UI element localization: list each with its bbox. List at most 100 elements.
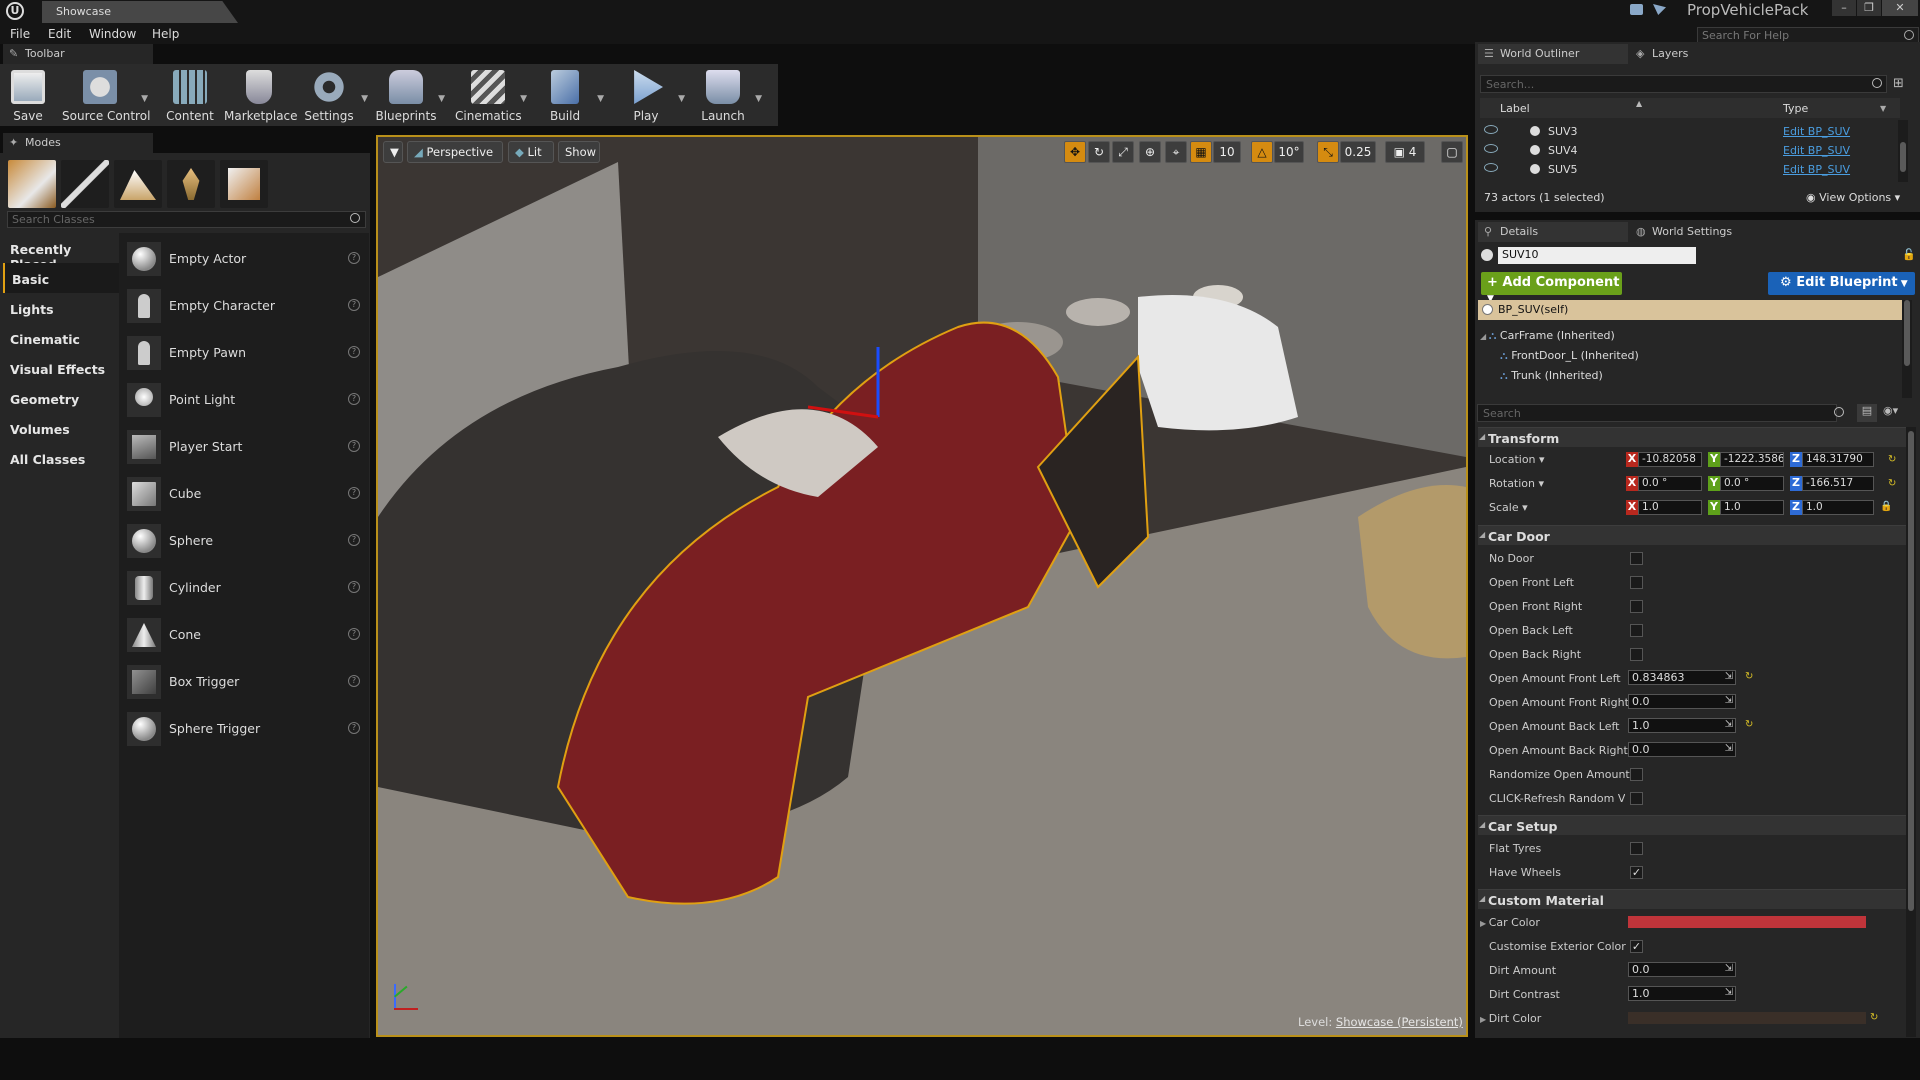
section-custom-material[interactable]: Custom Material: [1478, 889, 1911, 909]
help-icon[interactable]: ?: [348, 299, 360, 311]
menu-help[interactable]: Help: [152, 27, 179, 41]
source-control-dropdown-icon[interactable]: ▼: [141, 94, 148, 104]
help-icon[interactable]: ?: [348, 393, 360, 405]
help-icon[interactable]: ?: [348, 252, 360, 264]
grid-snap-value[interactable]: 10: [1213, 141, 1241, 163]
class-item-sphere[interactable]: Sphere?: [127, 522, 367, 558]
section-car-setup[interactable]: Car Setup: [1478, 815, 1911, 835]
help-icon[interactable]: ?: [348, 581, 360, 593]
open-amount-front-right-field[interactable]: 0.0: [1628, 694, 1736, 709]
maximize-viewport-icon[interactable]: ▢: [1441, 141, 1463, 163]
add-component-button[interactable]: + Add Component ▼: [1481, 272, 1622, 304]
toolbar-tab[interactable]: ✎ Toolbar: [3, 44, 153, 64]
category-cinematic[interactable]: Cinematic: [3, 323, 119, 353]
help-icon[interactable]: ?: [348, 722, 360, 734]
level-name[interactable]: Showcase (Persistent): [1336, 1015, 1463, 1029]
content-button[interactable]: Content: [157, 64, 223, 126]
play-dropdown-icon[interactable]: ▼: [678, 94, 685, 104]
menu-window[interactable]: Window: [89, 27, 136, 41]
location-x-field[interactable]: -10.82058: [1638, 452, 1702, 467]
help-icon[interactable]: ?: [348, 346, 360, 358]
blueprints-button[interactable]: Blueprints ▼: [373, 64, 445, 126]
class-item-box-trigger[interactable]: Box Trigger?: [127, 663, 367, 699]
minimize-button[interactable]: –: [1832, 0, 1856, 16]
dirt-contrast-field[interactable]: 1.0: [1628, 986, 1736, 1001]
category-volumes[interactable]: Volumes: [3, 413, 119, 443]
open-back-left-checkbox[interactable]: [1630, 624, 1643, 637]
visibility-eye-icon[interactable]: [1484, 163, 1498, 172]
edit-blueprint-link[interactable]: Edit BP_SUV: [1783, 163, 1850, 176]
outliner-search-input[interactable]: Search...: [1480, 75, 1887, 93]
foliage-mode-icon[interactable]: [167, 160, 215, 208]
component-trunk[interactable]: ⛬ Trunk (Inherited): [1500, 369, 1603, 383]
visibility-eye-icon[interactable]: [1484, 125, 1498, 134]
customise-exterior-color-checkbox[interactable]: ✓: [1630, 940, 1643, 953]
save-button[interactable]: Save: [0, 64, 61, 126]
lit-button[interactable]: ◆ Lit: [508, 141, 554, 163]
property-matrix-icon[interactable]: ▤: [1857, 404, 1877, 422]
build-button[interactable]: Build ▼: [532, 64, 604, 126]
category-lights[interactable]: Lights: [3, 293, 119, 323]
notification-icon[interactable]: [1630, 4, 1643, 15]
scale-x-field[interactable]: 1.0: [1638, 500, 1702, 515]
geometry-mode-icon[interactable]: [220, 160, 268, 208]
scale-y-field[interactable]: 1.0: [1720, 500, 1784, 515]
reset-to-default-icon[interactable]: ↻: [1870, 1012, 1878, 1023]
settings-button[interactable]: Settings ▼: [296, 64, 368, 126]
landscape-mode-icon[interactable]: [114, 160, 162, 208]
location-z-field[interactable]: 148.31790: [1802, 452, 1874, 467]
outliner-row-suv4[interactable]: SUV4 Edit BP_SUV: [1480, 141, 1912, 160]
marketplace-button[interactable]: Marketplace: [224, 64, 298, 126]
edit-blueprint-link[interactable]: Edit BP_SUV: [1783, 125, 1850, 138]
class-item-point-light[interactable]: Point Light?: [127, 381, 367, 417]
modes-tab[interactable]: ✦ Modes: [3, 133, 153, 153]
car-color-label[interactable]: ▶ Car Color: [1480, 916, 1540, 929]
help-icon[interactable]: ?: [348, 675, 360, 687]
section-transform[interactable]: Transform: [1478, 427, 1911, 447]
document-tab[interactable]: Showcase: [42, 1, 238, 23]
visibility-options-icon[interactable]: ◉▾: [1883, 404, 1898, 417]
category-geometry[interactable]: Geometry: [3, 383, 119, 413]
category-visual-effects[interactable]: Visual Effects: [3, 353, 119, 383]
tab-details[interactable]: ⚲ Details: [1478, 222, 1628, 242]
reset-to-default-icon[interactable]: ↻: [1888, 478, 1896, 489]
class-item-cone[interactable]: Cone?: [127, 616, 367, 652]
open-front-right-checkbox[interactable]: [1630, 600, 1643, 613]
section-car-door[interactable]: Car Door: [1478, 525, 1911, 545]
dirt-color-swatch[interactable]: [1628, 1012, 1866, 1024]
rotation-x-field[interactable]: 0.0 °: [1638, 476, 1702, 491]
rotation-label[interactable]: Rotation ▾: [1489, 477, 1544, 490]
category-all-classes[interactable]: All Classes: [3, 443, 119, 473]
search-classes-input[interactable]: Search Classes: [7, 211, 366, 228]
settings-dropdown-icon[interactable]: ▼: [361, 94, 368, 104]
rotation-y-field[interactable]: 0.0 °: [1720, 476, 1784, 491]
edit-blueprint-link[interactable]: Edit BP_SUV: [1783, 144, 1850, 157]
open-front-left-checkbox[interactable]: [1630, 576, 1643, 589]
surface-snap-icon[interactable]: ⌖: [1165, 141, 1187, 163]
open-amount-back-left-field[interactable]: 1.0: [1628, 718, 1736, 733]
location-label[interactable]: Location ▾: [1489, 453, 1545, 466]
outliner-row-suv3[interactable]: SUV3 Edit BP_SUV: [1480, 122, 1912, 141]
open-amount-front-left-field[interactable]: 0.834863: [1628, 670, 1736, 685]
dirt-color-label[interactable]: ▶ Dirt Color: [1480, 1012, 1541, 1025]
world-local-icon[interactable]: ⊕: [1139, 141, 1161, 163]
open-back-right-checkbox[interactable]: [1630, 648, 1643, 661]
class-item-empty-character[interactable]: Empty Character?: [127, 287, 367, 323]
viewport-options-button[interactable]: ▼: [383, 141, 403, 163]
details-search-input[interactable]: Search: [1477, 404, 1837, 422]
outliner-row-suv5[interactable]: SUV5 Edit BP_SUV: [1480, 160, 1912, 179]
car-color-swatch[interactable]: [1628, 916, 1866, 928]
cinematics-button[interactable]: Cinematics ▼: [455, 64, 527, 126]
tab-world-settings[interactable]: ◍ World Settings: [1630, 222, 1780, 242]
scale-label[interactable]: Scale ▾: [1489, 501, 1528, 514]
rotate-mode-icon[interactable]: ↻: [1088, 141, 1110, 163]
class-item-sphere-trigger[interactable]: Sphere Trigger?: [127, 710, 367, 746]
flat-tyres-checkbox[interactable]: [1630, 842, 1643, 855]
scale-snap-icon[interactable]: ⤡: [1317, 141, 1339, 163]
help-icon[interactable]: ?: [348, 440, 360, 452]
level-viewport[interactable]: [376, 135, 1468, 1037]
open-amount-back-right-field[interactable]: 0.0: [1628, 742, 1736, 757]
launch-button[interactable]: Launch ▼: [690, 64, 762, 126]
component-self[interactable]: BP_SUV(self): [1478, 300, 1903, 320]
tab-layers[interactable]: ◈ Layers: [1630, 44, 1770, 64]
